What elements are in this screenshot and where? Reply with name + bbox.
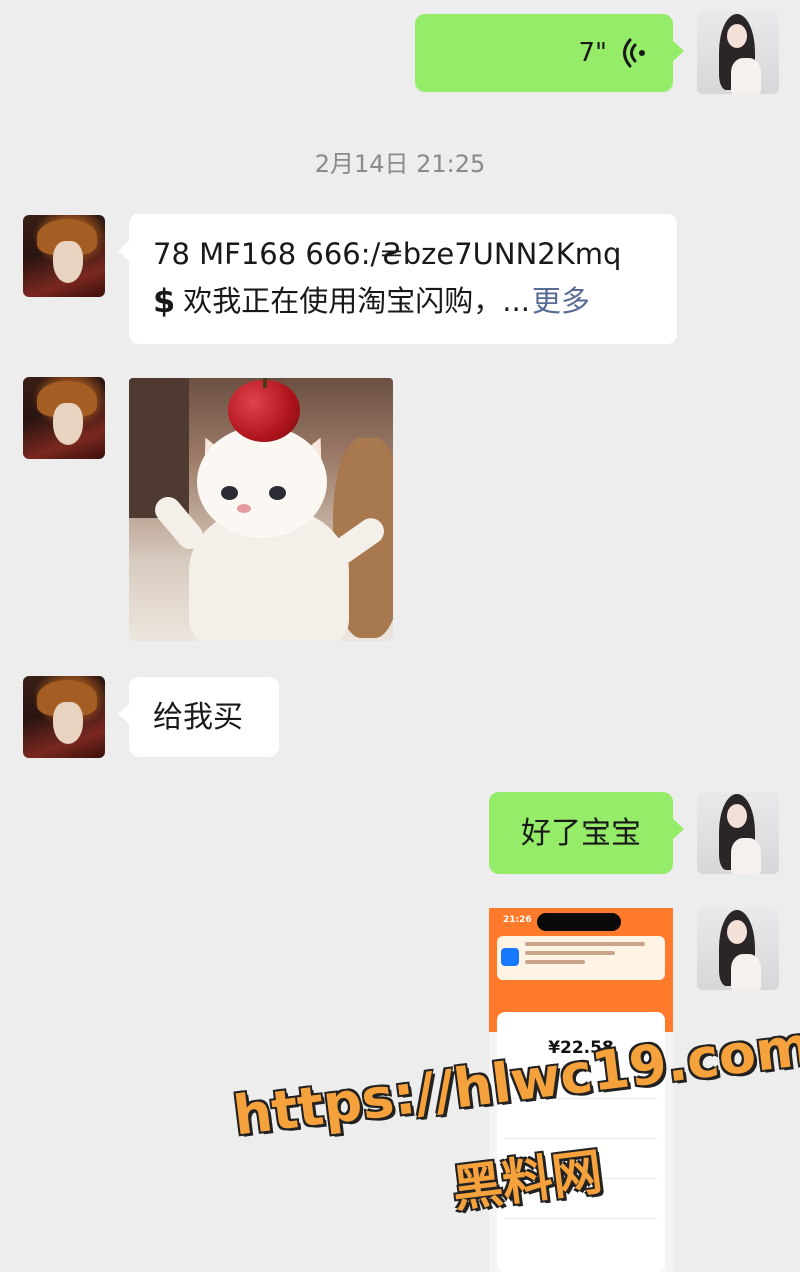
avatar-self[interactable] [697,12,779,94]
avatar-self[interactable] [697,908,779,990]
kitten-photo[interactable] [129,378,393,641]
dollar-icon: $ [153,281,176,320]
voice-duration: 7" [578,37,607,68]
message-text: 好了宝宝 [521,815,641,851]
more-link[interactable]: 更多 [532,279,590,324]
text-message-bubble[interactable]: 好了宝宝 [489,792,684,874]
avatar-self[interactable] [697,792,779,874]
text-message-bubble[interactable]: 给我买 [118,677,279,757]
share-link-bubble[interactable]: 78 MF168 666:/₴bze7UNN2Kmq $ 欢我正在使用淘宝闪购，… [118,214,677,344]
voice-wave-icon [623,38,645,68]
avatar-other[interactable] [23,377,105,459]
avatar-other[interactable] [23,676,105,758]
share-code-text: 78 MF168 666:/₴bze7UNN2Kmq [153,236,622,271]
avatar-other[interactable] [23,215,105,297]
alipay-icon [501,948,519,966]
voice-message-bubble[interactable]: 7" [415,14,684,92]
message-text: 给我买 [153,699,243,735]
message-timestamp: 2月14日 21:25 [314,150,486,178]
share-description-text: 欢我正在使用淘宝闪购，... [183,284,530,318]
